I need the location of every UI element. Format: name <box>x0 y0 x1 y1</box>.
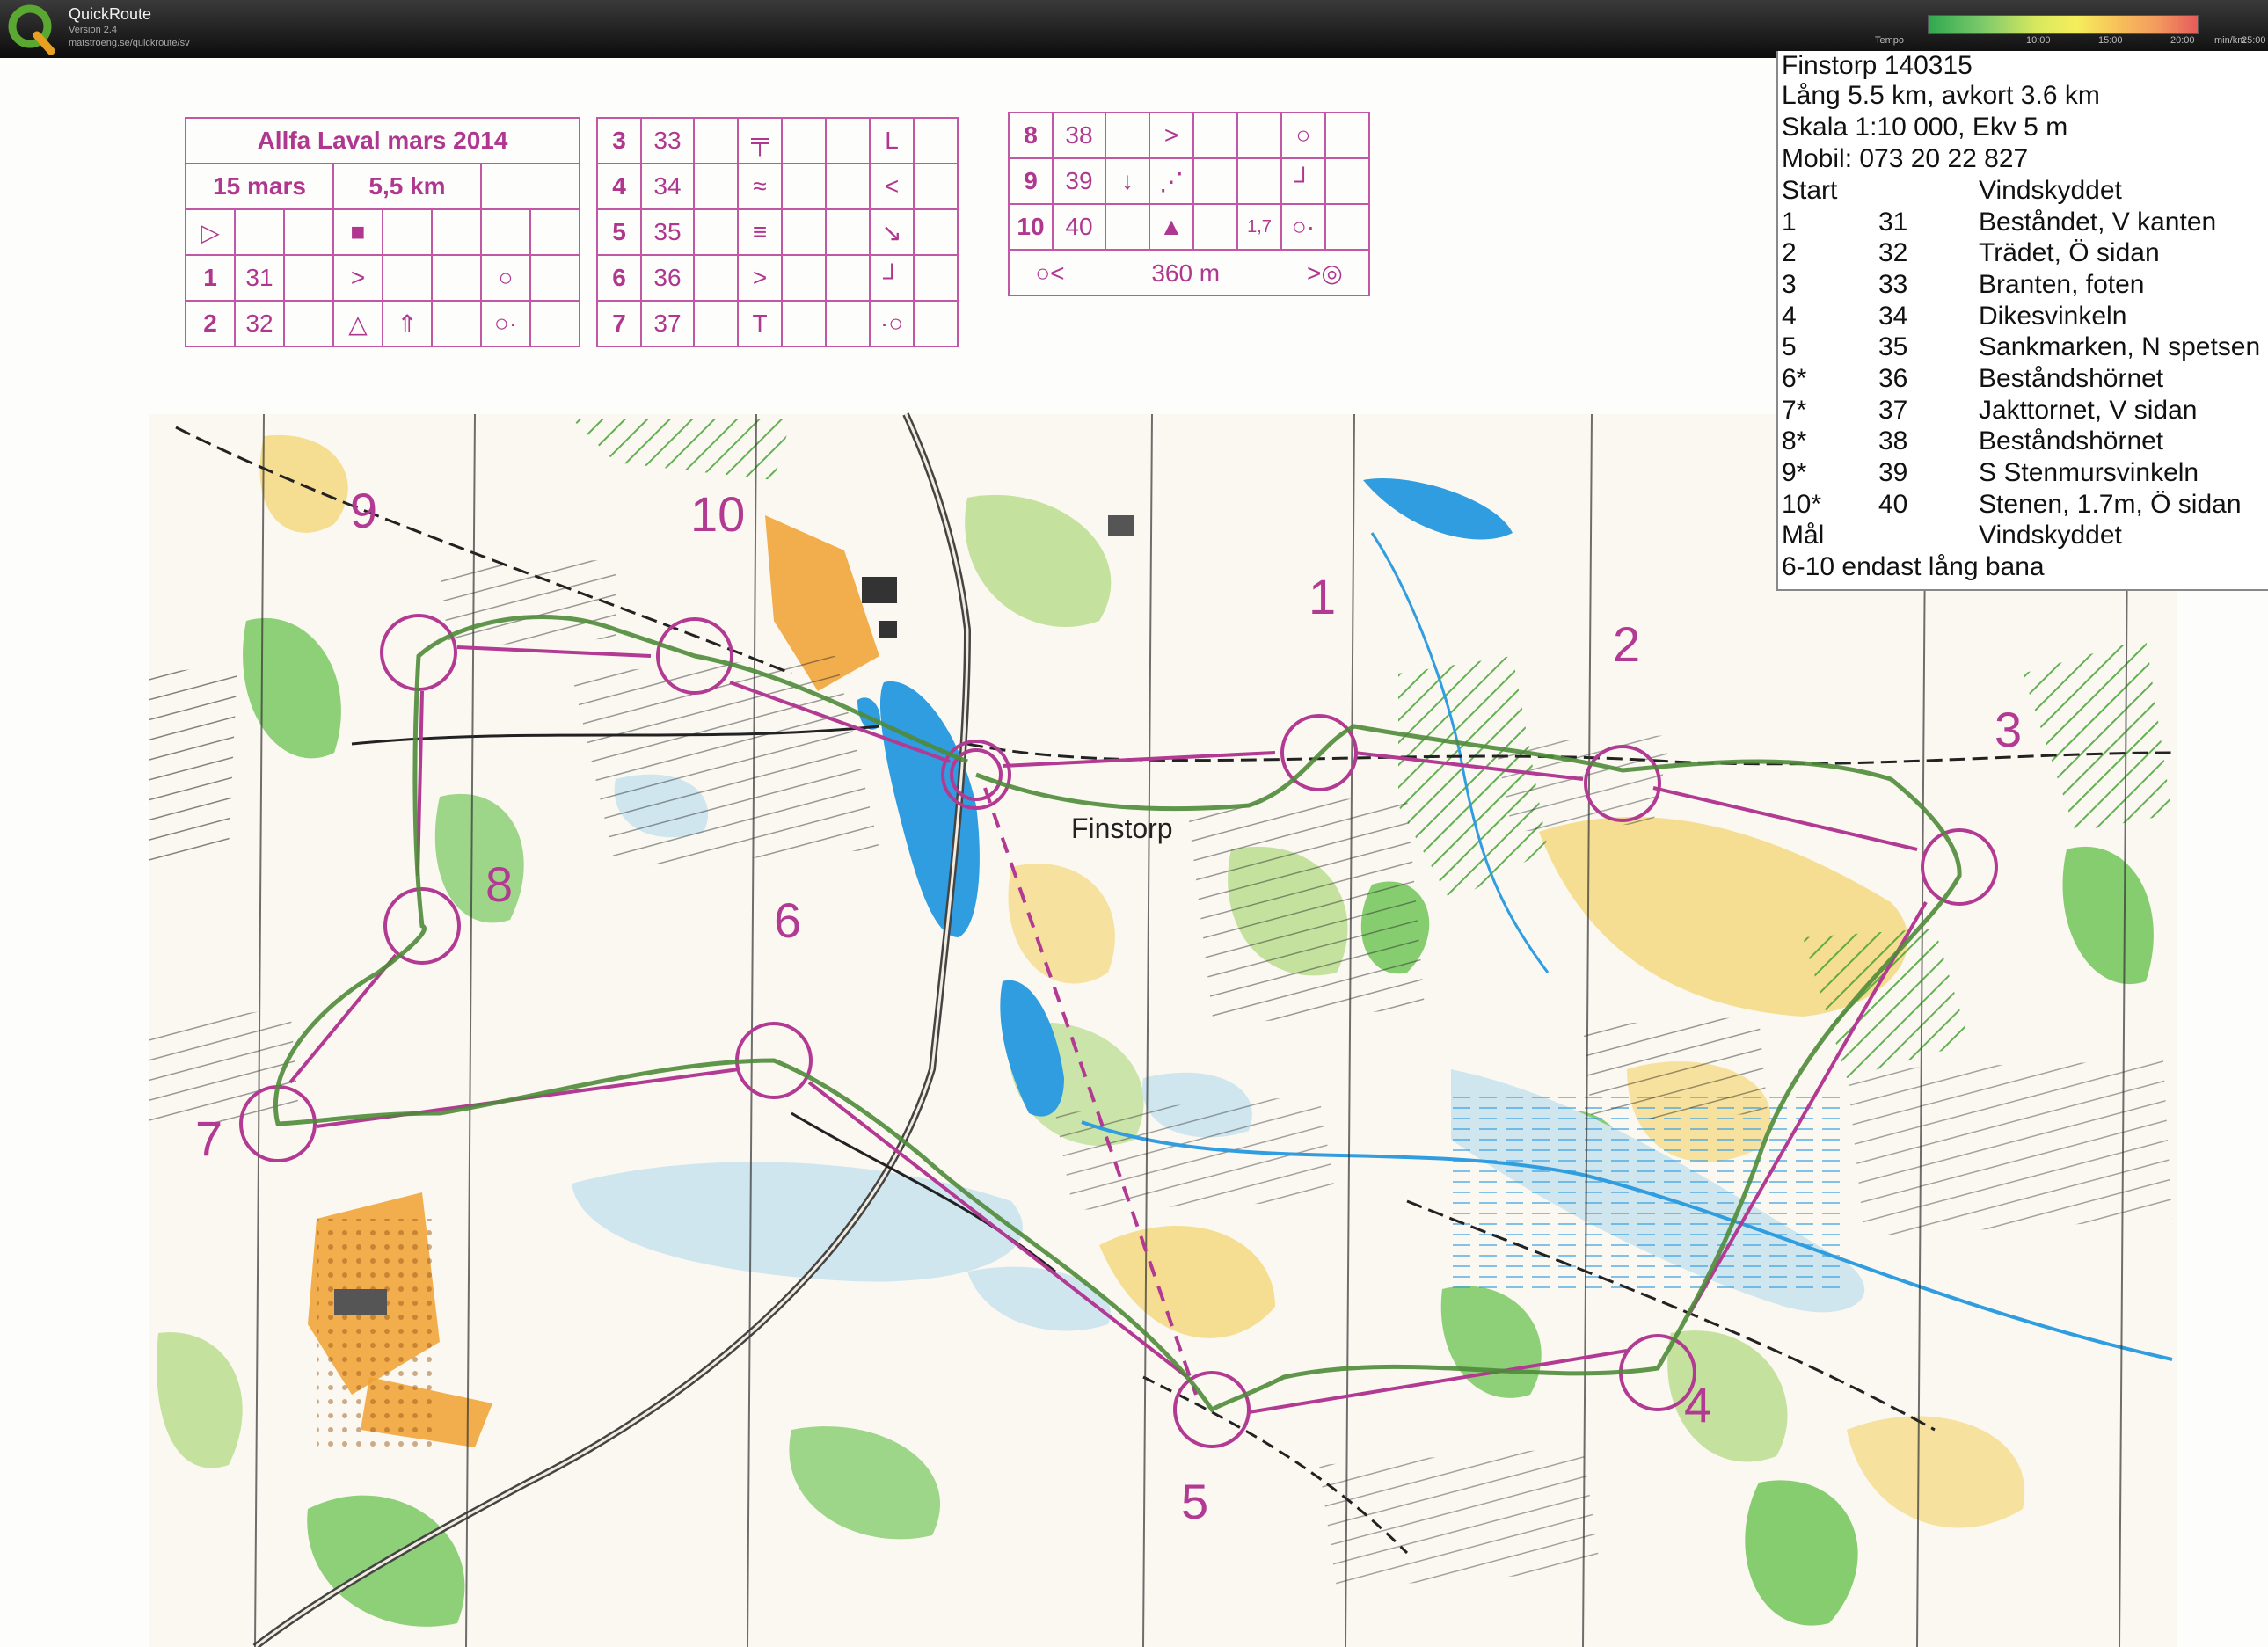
course-scale: Skala 1:10 000, Ekv 5 m <box>1782 113 2068 142</box>
symbol-cliff-icon: ╤ <box>737 117 783 164</box>
card-title: Allfa Laval mars 2014 <box>185 117 580 164</box>
building <box>1108 515 1134 536</box>
card-row-number: 6 <box>596 254 642 302</box>
building <box>879 621 897 638</box>
rough-hatch <box>572 656 879 867</box>
control-label-8: 8 <box>485 856 514 912</box>
symbol-south-icon: ↓ <box>1105 157 1150 205</box>
symbol-tower-icon: T <box>737 300 783 347</box>
course-name: Finstorp 140315 <box>1782 51 1973 80</box>
symbol-tree-icon: ⇑ <box>382 300 433 347</box>
symbol-corner-side-icon: ┘ <box>869 254 915 302</box>
symbol-corner-icon: > <box>1149 112 1194 159</box>
card-row-number: 3 <box>596 117 642 164</box>
card-height-note: 1,7 <box>1236 203 1282 251</box>
tempo-label: Tempo <box>1875 35 1905 46</box>
card-length: 5,5 km <box>332 163 482 210</box>
card-row-code: 31 <box>234 254 285 302</box>
card-row-code: 33 <box>640 117 695 164</box>
symbol-bend-icon: < <box>869 163 915 210</box>
course-description-panel: Finstorp 140315 Lång 5.5 km, avkort 3.6 … <box>1776 51 2268 591</box>
card-row-code: 36 <box>640 254 695 302</box>
control-label-3: 3 <box>1995 702 2023 757</box>
card-row-code: 37 <box>640 300 695 347</box>
card-row-number: 10 <box>1008 203 1054 251</box>
finish-distance: 360 m <box>1151 259 1221 287</box>
symbol-corner-icon: > <box>737 254 783 302</box>
building <box>862 577 897 603</box>
symbol-side-icon: ○· <box>480 300 531 347</box>
symbol-tree-icon: △ <box>332 300 383 347</box>
control-label-2: 2 <box>1613 616 1641 672</box>
symbol-ditch-icon: ≈ <box>737 163 783 210</box>
symbol-re-entrant-icon: > <box>332 254 383 302</box>
symbol-bend-side-icon: ┘ <box>1280 157 1326 205</box>
tempo-color-scale[interactable] <box>1928 15 2199 34</box>
control-label-9: 9 <box>350 483 378 538</box>
card-row-number: 2 <box>185 300 236 347</box>
card-row-code: 32 <box>234 300 285 347</box>
course-mobile: Mobil: 073 20 22 827 <box>1782 144 2029 173</box>
course-length: Lång 5.5 km, avkort 3.6 km <box>1782 81 2100 110</box>
card-row-code: 34 <box>640 163 695 210</box>
symbol-circle-icon: ○ <box>480 254 531 302</box>
card-row-code: 35 <box>640 208 695 256</box>
tempo-tick: 15:00 <box>2098 35 2123 46</box>
place-name: Finstorp <box>1071 813 1173 844</box>
control-label-7: 7 <box>195 1111 223 1166</box>
app-title: QuickRoute <box>69 5 152 23</box>
control-label-4: 4 <box>1684 1377 1712 1432</box>
field-dots <box>317 1219 440 1447</box>
rough-hatch <box>149 665 237 867</box>
square-icon: ■ <box>332 208 383 256</box>
start-triangle-icon: ▷ <box>185 208 236 256</box>
symbol-marsh-icon: ≡ <box>737 208 783 256</box>
building <box>334 1289 387 1315</box>
tempo-tick: 20:00 <box>2170 35 2195 46</box>
control-card-left: Allfa Laval mars 2014 15 mars 5,5 km ▷ ■… <box>185 117 580 347</box>
tempo-tick: 10:00 <box>2026 35 2051 46</box>
control-card-right: 8 38 > ○ 9 39 ↓ ⋰ ┘ 10 40 ▲ 1,7 ○· ○< 36… <box>1008 112 1370 296</box>
rough-hatch <box>1583 1017 1768 1122</box>
title-bar: QuickRoute Version 2.4 matstroeng.se/qui… <box>0 0 2268 58</box>
control-card-middle: 3 33 ╤ L 4 34 ≈ < 5 35 ≡ ↘ 6 36 > ┘ 7 37… <box>596 117 959 347</box>
rough-hatch <box>1187 797 1425 1025</box>
card-row-number: 1 <box>185 254 236 302</box>
card-row-number: 8 <box>1008 112 1054 159</box>
tempo-unit: min/km <box>2214 35 2246 46</box>
card-row-number: 4 <box>596 163 642 210</box>
app-url[interactable]: matstroeng.se/quickroute/sv <box>69 38 190 48</box>
symbol-tip-icon: ↘ <box>869 208 915 256</box>
finish-distance-row: ○< 360 m >◎ <box>1008 249 1370 296</box>
card-row-number: 5 <box>596 208 642 256</box>
symbol-east-side-icon: ○· <box>1280 203 1326 251</box>
control-label-1: 1 <box>1309 569 1337 624</box>
app-version: Version 2.4 <box>69 25 118 35</box>
control-label-10: 10 <box>690 486 746 542</box>
course-footer-note: 6-10 endast lång bana <box>1782 552 2045 581</box>
symbol-foot-icon: L <box>869 117 915 164</box>
finish-end-icon: >◎ <box>1307 259 1343 287</box>
rough-hatch <box>1319 1447 1601 1588</box>
control-label-5: 5 <box>1181 1474 1209 1529</box>
card-row-code: 40 <box>1052 203 1106 251</box>
card-row-number: 7 <box>596 300 642 347</box>
card-row-code: 38 <box>1052 112 1106 159</box>
symbol-circle-icon: ○ <box>1280 112 1326 159</box>
card-row-code: 39 <box>1052 157 1106 205</box>
finish-start-icon: ○< <box>1035 259 1065 287</box>
card-date: 15 mars <box>185 163 334 210</box>
card-row-number: 9 <box>1008 157 1054 205</box>
rough-hatch <box>1495 735 1671 832</box>
symbol-west-side-icon: ·○ <box>869 300 915 347</box>
symbol-boulder-icon: ▲ <box>1149 203 1194 251</box>
symbol-wall-icon: ⋰ <box>1149 157 1194 205</box>
quickroute-logo-icon <box>8 4 55 55</box>
control-label-6: 6 <box>774 893 802 948</box>
